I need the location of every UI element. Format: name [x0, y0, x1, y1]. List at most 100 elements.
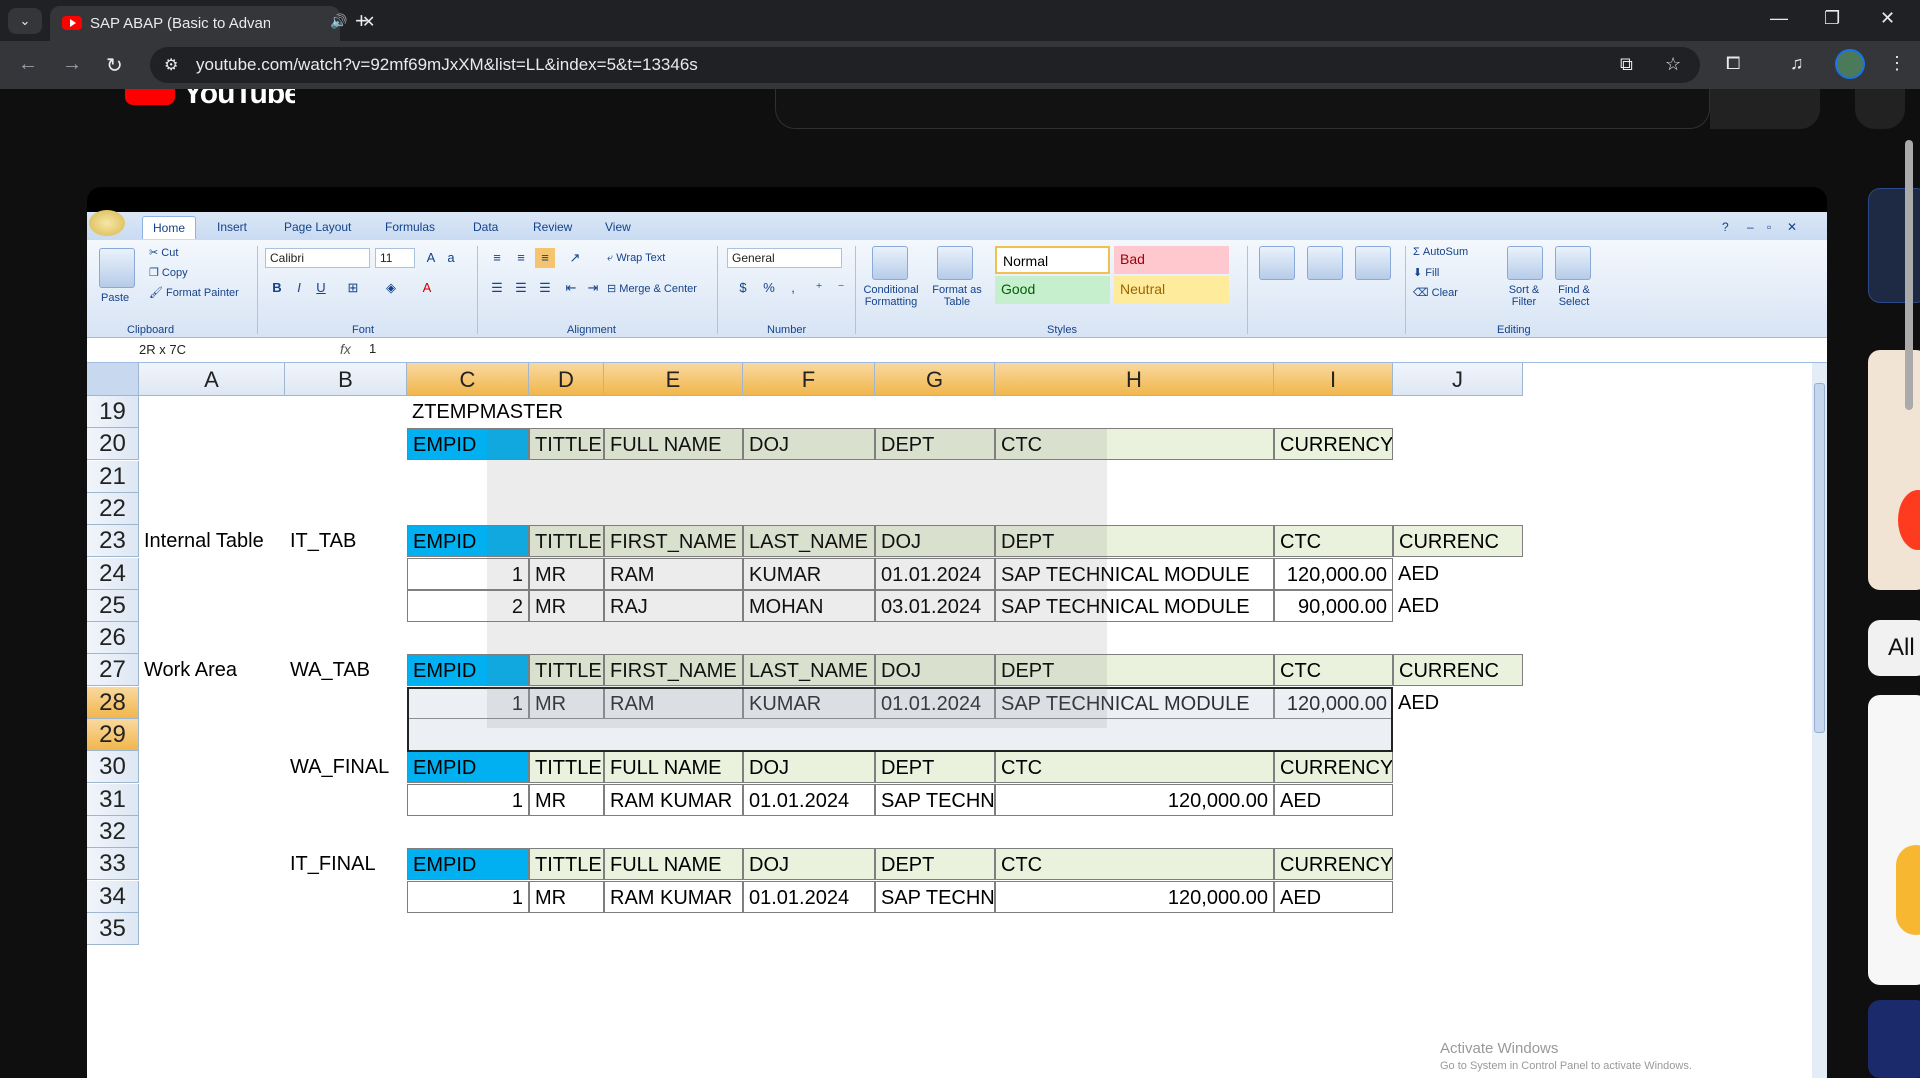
header-cell[interactable]: DEPT	[875, 848, 995, 881]
sort-filter-icon[interactable]	[1507, 246, 1543, 280]
header-cell[interactable]: DOJ	[875, 525, 995, 558]
header-cell[interactable]: TITTLE	[529, 525, 604, 558]
increase-indent-icon[interactable]: ⇥	[583, 278, 603, 298]
format-cells-icon[interactable]	[1355, 246, 1391, 280]
data-cell[interactable]: 03.01.2024	[875, 589, 995, 622]
column-header-h[interactable]: H	[995, 363, 1274, 396]
data-cell[interactable]: 1	[407, 783, 529, 816]
audio-playing-icon[interactable]: 🔊	[330, 13, 347, 30]
column-header-j[interactable]: J	[1393, 363, 1523, 396]
header-cell[interactable]: DEPT	[995, 525, 1274, 558]
style-normal[interactable]: Normal	[995, 246, 1110, 274]
label-cell[interactable]: Internal Table	[139, 525, 285, 557]
tab-data[interactable]: Data	[473, 220, 498, 234]
name-box[interactable]: 2R x 7C	[87, 340, 267, 360]
paste-icon[interactable]	[99, 248, 135, 288]
profile-avatar[interactable]	[1835, 49, 1865, 79]
data-cell[interactable]: MR	[529, 589, 604, 622]
header-cell[interactable]: EMPID	[407, 751, 529, 784]
address-bar[interactable]: ⚙ youtube.com/watch?v=92mf69mJxXM&list=L…	[150, 47, 1700, 83]
media-control-icon[interactable]: ♫	[1790, 53, 1804, 74]
youtube-search-button[interactable]	[1710, 89, 1820, 129]
tab-page-layout[interactable]: Page Layout	[284, 220, 351, 234]
comma-style-icon[interactable]: ,	[783, 278, 803, 298]
tab-search-button[interactable]: ⌄	[8, 8, 42, 34]
selection-range[interactable]	[407, 686, 1393, 752]
italic-icon[interactable]: I	[289, 278, 309, 298]
url-text[interactable]: youtube.com/watch?v=92mf69mJxXM&list=LL&…	[196, 55, 698, 75]
align-left-icon[interactable]: ☰	[487, 278, 507, 298]
column-header-f[interactable]: F	[743, 363, 875, 396]
find-select-icon[interactable]	[1555, 246, 1591, 280]
clear-button[interactable]: ⌫ Clear	[1413, 286, 1458, 299]
label-cell[interactable]: IT_FINAL	[285, 848, 407, 880]
data-cell[interactable]: SAP TECHNI	[875, 783, 995, 816]
header-cell[interactable]: LAST_NAME	[743, 525, 875, 558]
data-cell[interactable]: AED	[1393, 687, 1523, 719]
header-cell[interactable]: DOJ	[743, 848, 875, 881]
formula-input[interactable]: 1	[369, 341, 376, 356]
scroll-thumb[interactable]	[1814, 383, 1825, 733]
header-cell[interactable]: DEPT	[875, 751, 995, 784]
cut-button[interactable]: ✂ Cut	[149, 246, 178, 259]
header-cell[interactable]: CURRENC	[1393, 525, 1523, 558]
header-cell[interactable]: EMPID	[407, 428, 529, 461]
data-cell[interactable]: 1	[407, 557, 529, 590]
align-center-icon[interactable]: ☰	[511, 278, 531, 298]
fill-color-icon[interactable]: ◈	[381, 278, 401, 298]
conditional-formatting-icon[interactable]	[872, 246, 908, 280]
data-cell[interactable]: MR	[529, 557, 604, 590]
font-color-icon[interactable]: A	[417, 278, 437, 298]
site-info-icon[interactable]: ⚙	[164, 55, 178, 75]
column-header-i[interactable]: I	[1274, 363, 1393, 396]
row-header-33[interactable]: 33	[87, 848, 139, 881]
data-cell[interactable]: 01.01.2024	[875, 557, 995, 590]
font-size-select[interactable]: 11	[375, 248, 415, 268]
wrap-text-button[interactable]: ⤶ Wrap Text	[607, 252, 665, 265]
row-header-23[interactable]: 23	[87, 525, 139, 558]
data-cell[interactable]: 120,000.00	[995, 783, 1274, 816]
column-header-a[interactable]: A	[139, 363, 285, 396]
paste-button[interactable]: Paste	[101, 292, 129, 304]
header-cell[interactable]: CURRENCY	[1274, 428, 1393, 461]
header-cell[interactable]: EMPID	[407, 525, 529, 558]
header-cell[interactable]: CTC	[1274, 525, 1393, 558]
header-cell[interactable]: FIRST_NAME	[604, 525, 743, 558]
data-cell[interactable]: MR	[529, 880, 604, 913]
select-all-corner[interactable]	[87, 363, 139, 396]
number-format-select[interactable]: General	[727, 248, 842, 268]
data-cell[interactable]: 90,000.00	[1274, 589, 1393, 622]
data-cell[interactable]: RAM KUMAR	[604, 783, 743, 816]
data-cell[interactable]: 2	[407, 589, 529, 622]
header-cell[interactable]: DOJ	[875, 654, 995, 687]
column-header-b[interactable]: B	[285, 363, 407, 396]
youtube-logo[interactable]: YouTube	[125, 89, 295, 113]
reload-icon[interactable]: ↻	[106, 53, 123, 78]
row-header-26[interactable]: 26	[87, 622, 139, 655]
data-cell[interactable]: MOHAN	[743, 589, 875, 622]
style-good[interactable]: Good	[995, 276, 1110, 304]
autosum-button[interactable]: Σ AutoSum	[1413, 246, 1468, 258]
close-window-button[interactable]: ✕	[1880, 8, 1895, 29]
header-cell[interactable]: DOJ	[743, 751, 875, 784]
tab-review[interactable]: Review	[533, 220, 572, 234]
side-card-thumbnail-2[interactable]	[1868, 695, 1920, 985]
header-cell[interactable]: TITTLE	[529, 751, 604, 784]
help-icon[interactable]: ?	[1722, 220, 1729, 234]
youtube-avatar-button[interactable]	[1855, 89, 1905, 129]
row-header-19[interactable]: 19	[87, 396, 139, 428]
data-cell[interactable]: SAP TECHNICAL MODULE	[995, 557, 1274, 590]
delete-cells-icon[interactable]	[1307, 246, 1343, 280]
row-header-24[interactable]: 24	[87, 557, 139, 590]
ribbon-close-icon[interactable]: ✕	[1787, 220, 1797, 234]
page-scrollbar[interactable]	[1905, 140, 1913, 410]
style-neutral[interactable]: Neutral	[1114, 276, 1229, 304]
bookmark-star-icon[interactable]: ☆	[1665, 54, 1681, 75]
row-header-27[interactable]: 27	[87, 654, 139, 687]
percent-icon[interactable]: %	[759, 278, 779, 298]
tab-formulas[interactable]: Formulas	[385, 220, 435, 234]
header-cell[interactable]: CTC	[1274, 654, 1393, 687]
align-middle-icon[interactable]: ≡	[511, 248, 531, 268]
header-cell[interactable]: DEPT	[875, 428, 995, 461]
header-cell[interactable]: EMPID	[407, 654, 529, 687]
